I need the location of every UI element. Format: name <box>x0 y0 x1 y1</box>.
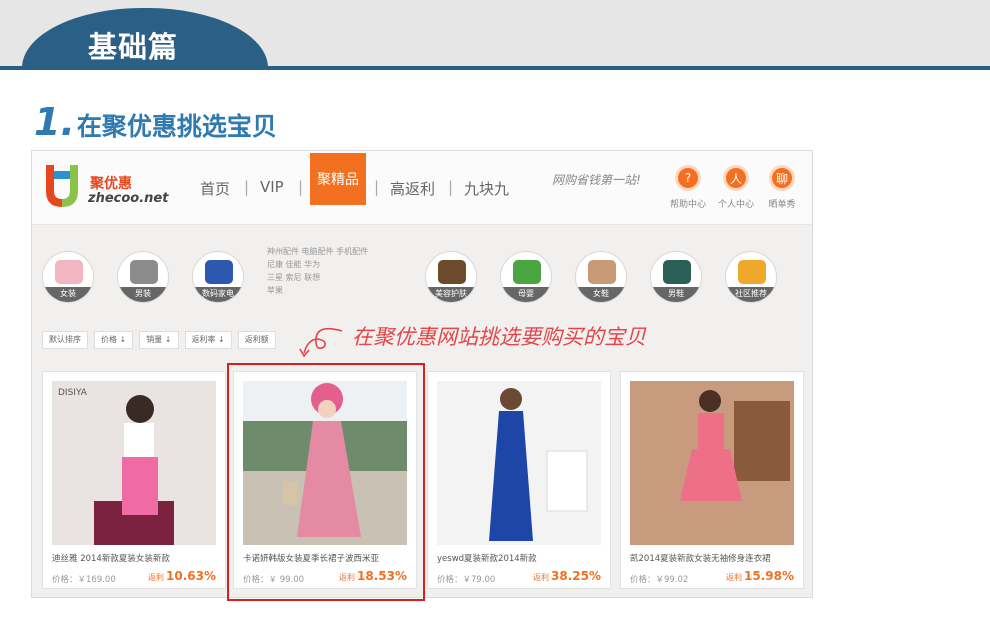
product-title[interactable]: yeswd夏装新款2014新款 <box>437 552 605 564</box>
product-title[interactable]: 凯2014夏装新款女装无袖修身连衣裙 <box>630 552 798 564</box>
curved-arrow-icon <box>299 327 343 358</box>
nav-vip[interactable]: VIP <box>260 178 284 196</box>
sort-rebate-rate[interactable]: 返利率 ↓ <box>184 331 232 349</box>
step-number: 1. <box>34 100 75 144</box>
util-label: 个人中心 <box>717 200 754 210</box>
sort-price[interactable]: 价格 ↓ <box>94 331 134 349</box>
baby-clothes-icon <box>513 260 541 284</box>
category-women-shoes[interactable]: 女鞋 <box>575 251 627 303</box>
selection-highlight <box>227 363 425 601</box>
category-label: 母婴 <box>501 287 551 302</box>
category-label: 社区推荐 <box>726 287 776 302</box>
help-icon: ? <box>675 165 701 191</box>
category-baby[interactable]: 母婴 <box>500 251 552 303</box>
product-rebate: 返利 15.98% <box>726 569 794 583</box>
heel-shoe-icon <box>588 260 616 284</box>
product-rebate: 返利 38.25% <box>533 569 601 583</box>
step-heading: 在聚优惠挑选宝贝 <box>76 112 277 141</box>
chat-icon: 聊 <box>769 165 795 191</box>
category-label: 男鞋 <box>651 287 701 302</box>
megaphone-icon <box>738 260 766 284</box>
product-rebate: 返利 10.63% <box>148 569 216 583</box>
site-navbar: 聚优惠 zhecoo.net 首页 | VIP | 聚精品 | 高返利 | 九块… <box>32 151 812 225</box>
nav-high-rebate[interactable]: 高返利 <box>390 178 435 199</box>
util-label: 晒单秀 <box>768 200 796 210</box>
category-community[interactable]: 社区推荐 <box>725 251 777 303</box>
step-title: 1. 在聚优惠挑选宝贝 <box>34 102 277 143</box>
share-order-link[interactable]: 聊 晒单秀 <box>760 165 804 210</box>
category-label: 美容护肤 <box>426 287 476 302</box>
category-label: 数码家电 <box>193 287 243 302</box>
brand-list: 神州配件 电脑配件 手机配件 尼康 佳能 华为 三星 索尼 联想 苹果 <box>267 247 369 295</box>
product-photo: DISIYA <box>52 381 216 545</box>
brush-icon <box>438 260 466 284</box>
category-electronics[interactable]: 数码家电 <box>192 251 244 303</box>
sort-rebate-amount[interactable]: 返利额 <box>237 331 276 349</box>
product-photo <box>630 381 794 545</box>
product-card[interactable]: 凯2014夏装新款女装无袖修身连衣裙 价格：￥99.02 返利 15.98% <box>620 371 804 589</box>
nav-nine-yuan[interactable]: 九块九 <box>464 178 509 199</box>
category-label: 女装 <box>43 287 93 302</box>
user-icon: 人 <box>723 165 749 191</box>
site-logo-domain: zhecoo.net <box>88 191 169 206</box>
product-price: 价格：￥99.02 <box>630 575 689 585</box>
sort-bar: 默认排序 价格 ↓ 销量 ↓ 返利率 ↓ 返利额 <box>42 331 276 349</box>
sort-default[interactable]: 默认排序 <box>42 331 88 349</box>
section-tab-label: 基础篇 <box>88 30 179 64</box>
category-women[interactable]: 女装 <box>42 251 94 303</box>
site-logo-name[interactable]: 聚优惠 <box>90 173 132 193</box>
category-men-shoes[interactable]: 男鞋 <box>650 251 702 303</box>
product-price: 价格：￥169.00 <box>52 575 116 585</box>
callout-annotation: 在聚优惠网站挑选要购买的宝贝 <box>352 325 646 349</box>
category-men[interactable]: 男装 <box>117 251 169 303</box>
nav-divider: | <box>448 178 454 196</box>
site-logo-icon[interactable] <box>42 161 82 207</box>
header-band: 基础篇 <box>0 0 990 70</box>
user-center-link[interactable]: 人 个人中心 <box>714 165 758 210</box>
category-label: 男装 <box>118 287 168 302</box>
product-card[interactable]: yeswd夏装新款2014新款 价格：￥79.00 返利 38.25% <box>427 371 611 589</box>
util-label: 帮助中心 <box>669 200 706 210</box>
camera-icon <box>205 260 233 284</box>
nav-divider: | <box>244 178 250 196</box>
nav-jingpin-active[interactable]: 聚精品 <box>310 153 366 205</box>
nav-home[interactable]: 首页 <box>200 178 230 199</box>
nav-divider: | <box>298 178 304 196</box>
sort-sales[interactable]: 销量 ↓ <box>139 331 179 349</box>
sweater-icon <box>130 260 158 284</box>
site-slogan: 网购省钱第一站! <box>552 173 641 187</box>
product-price: 价格：￥79.00 <box>437 575 496 585</box>
category-beauty[interactable]: 美容护肤 <box>425 251 477 303</box>
category-label: 女鞋 <box>576 287 626 302</box>
product-photo <box>437 381 601 545</box>
help-center-link[interactable]: ? 帮助中心 <box>666 165 710 210</box>
shoe-icon <box>663 260 691 284</box>
svg-text:DISIYA: DISIYA <box>58 388 88 398</box>
product-card[interactable]: DISIYA 迪丝雅 2014新款夏装女装新款 价格：￥169.00 返利 10.… <box>42 371 226 589</box>
nav-divider: | <box>374 178 380 196</box>
dress-icon <box>55 260 83 284</box>
product-title[interactable]: 迪丝雅 2014新款夏装女装新款 <box>52 552 220 564</box>
